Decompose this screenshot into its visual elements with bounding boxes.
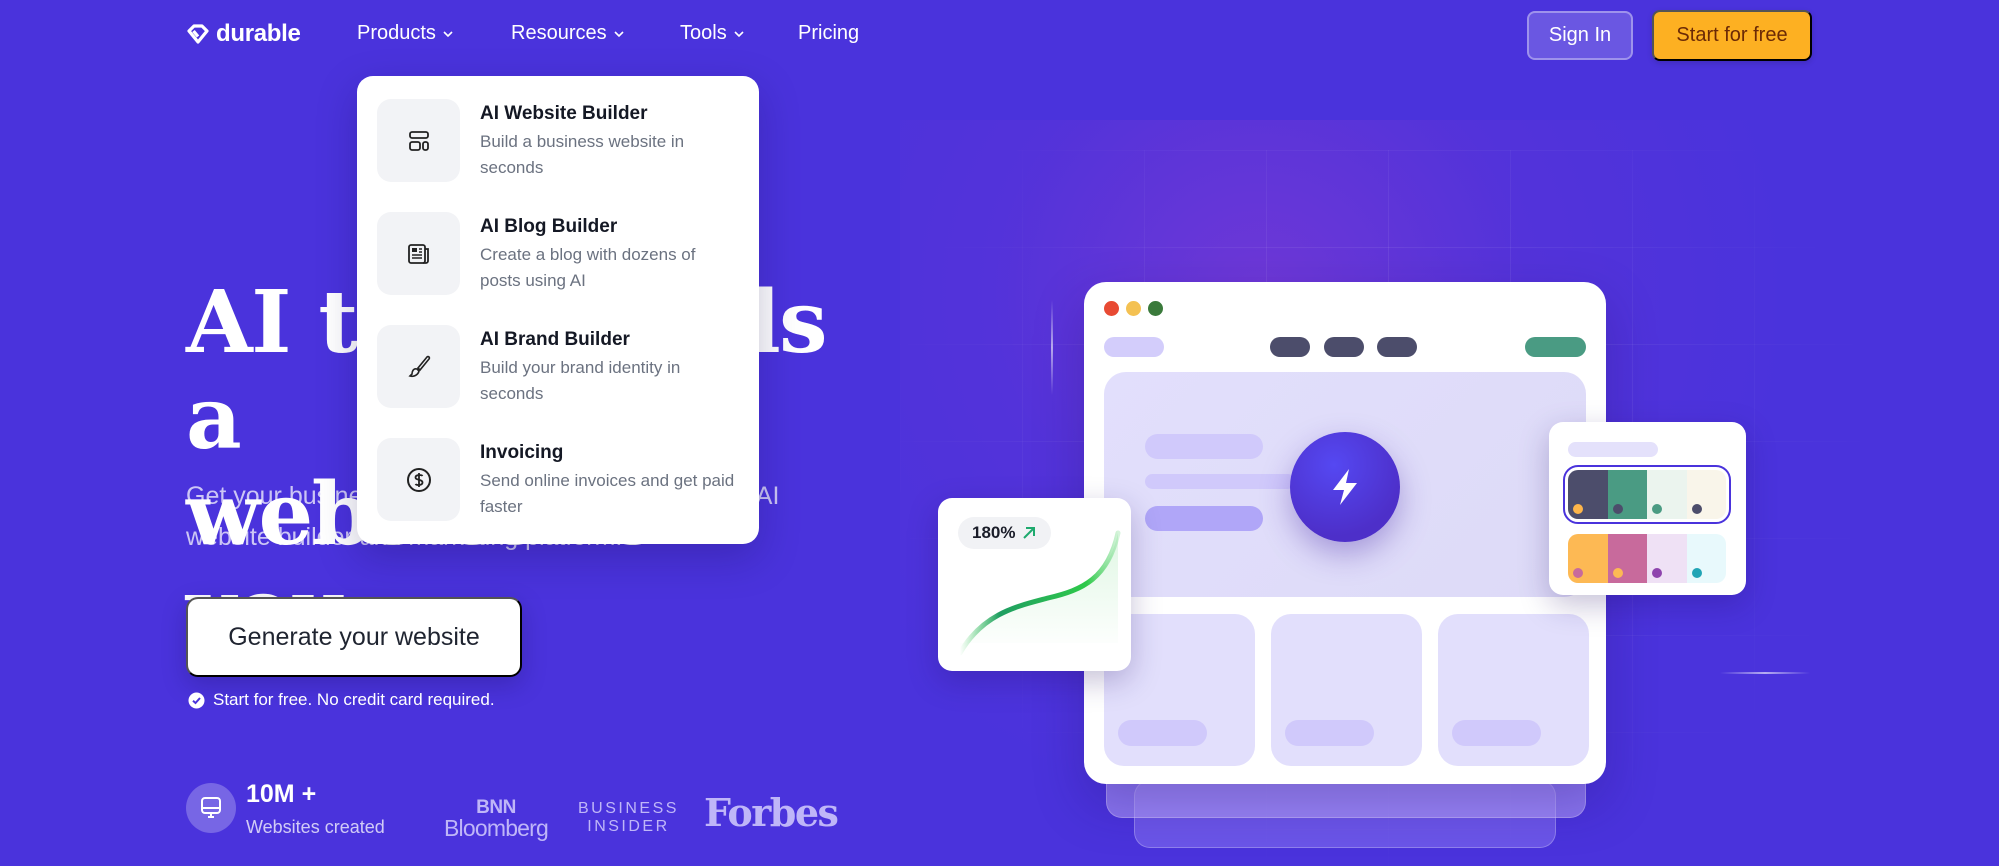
growth-badge: 180% [958,517,1052,549]
generate-website-button[interactable]: Generate your website [186,597,522,677]
sign-in-button[interactable]: Sign In [1527,11,1633,60]
menu-item-title: Invoicing [480,442,564,463]
browser-mockup [1084,282,1606,784]
paintbrush-icon [407,355,430,377]
start-for-free-button[interactable]: Start for free [1652,10,1812,61]
growth-chart-card: 180% [938,498,1131,671]
mock-feature-card [1271,614,1422,766]
menu-item-ai-brand-builder[interactable]: AI Brand Builder Build your brand identi… [377,325,739,438]
color-swatch [1568,534,1608,583]
top-navigation: durable Products Resources Tools Pricing… [0,0,1999,70]
bnn-bloomberg-logo: BNN Bloomberg [444,798,549,841]
chevron-down-icon [614,30,624,37]
icon-tile [377,99,460,182]
mock-logo-pill [1104,337,1164,357]
stat-label: Websites created [246,817,385,837]
lightning-bolt-icon [1333,469,1357,505]
nav-resources-label: Resources [511,22,607,44]
bnn-logo-line2: Bloomberg [444,815,549,841]
color-swatch [1568,470,1608,519]
swatch-dot [1573,504,1583,514]
window-maximize-dot [1148,301,1163,316]
nav-pricing[interactable]: Pricing [798,22,859,45]
color-swatch [1647,470,1687,519]
nav-tools[interactable]: Tools [680,22,745,45]
swatch-dot [1652,504,1662,514]
logo-link[interactable]: durable [186,20,301,48]
swatch-dot [1691,568,1702,578]
layout-icon [408,130,429,151]
window-close-dot [1104,301,1119,316]
newspaper-icon [407,243,429,264]
products-dropdown-menu: AI Website Builder Build a business webs… [357,76,759,544]
free-note-text: Start for free. No credit card required. [213,690,495,709]
growth-value: 180% [972,523,1016,542]
mock-hero-section [1104,372,1586,597]
icon-tile [377,325,460,408]
color-swatch [1647,534,1687,583]
menu-item-title: AI Blog Builder [480,216,618,237]
menu-item-ai-blog-builder[interactable]: AI Blog Builder Create a blog with dozen… [377,212,739,325]
lightning-badge [1290,432,1400,542]
mock-text-bar [1145,474,1295,489]
palette-title-bar [1568,442,1658,457]
nav-pricing-label: Pricing [798,22,860,44]
logo-text: durable [216,20,301,47]
mock-text-bar [1145,434,1263,459]
palette-option[interactable] [1568,534,1726,583]
mock-button-bar [1145,506,1263,531]
stat-badge [186,783,236,833]
swatch-dot [1691,504,1702,514]
window-minimize-dot [1126,301,1141,316]
color-swatch [1607,470,1647,519]
nav-tools-label: Tools [680,22,727,44]
menu-item-description: Build a business website in seconds [480,132,685,177]
icon-tile [377,212,460,295]
light-streak [1720,672,1810,674]
chevron-down-icon [443,30,453,37]
color-swatch [1686,470,1726,519]
palette-option-selected[interactable] [1563,465,1731,524]
stat-value: 10M + [246,780,317,808]
color-palette-card [1549,422,1746,595]
free-note: Start for free. No credit card required. [188,690,495,710]
nav-products[interactable]: Products [357,22,454,45]
menu-item-description: Send online invoices and get paid faster [480,471,735,516]
swatch-dot [1612,568,1623,578]
mock-nav-pill [1377,337,1417,357]
durable-logo-icon [187,24,209,44]
forbes-logo: Forbes [704,790,839,835]
mock-nav-pill [1270,337,1310,357]
swatch-dot [1573,568,1583,578]
icon-tile [377,438,460,521]
business-insider-logo: BUSINESS INSIDER [578,800,679,836]
bi-logo-line2: INSIDER [587,818,670,835]
menu-item-title: AI Brand Builder [480,329,630,350]
mock-feature-card [1438,614,1589,766]
bi-logo-line1: BUSINESS [578,800,679,817]
light-streak [1051,300,1053,395]
menu-item-description: Build your brand identity in seconds [480,358,681,403]
menu-item-description: Create a blog with dozens of posts using… [480,245,696,290]
nav-products-label: Products [357,22,436,44]
mock-cta-pill [1525,337,1586,357]
swatch-dot [1652,568,1662,578]
color-swatch [1607,534,1647,583]
dollar-circle-icon [406,467,431,492]
arrow-up-right-icon [1023,527,1036,539]
menu-item-title: AI Website Builder [480,103,648,124]
menu-item-invoicing[interactable]: Invoicing Send online invoices and get p… [377,438,739,551]
chevron-down-icon [734,30,744,37]
nav-resources[interactable]: Resources [511,22,625,45]
monitor-icon [201,797,221,818]
color-swatch [1686,534,1726,583]
mock-nav-pill [1324,337,1364,357]
check-circle-icon [188,692,205,708]
swatch-dot [1612,504,1623,514]
menu-item-ai-website-builder[interactable]: AI Website Builder Build a business webs… [377,99,739,212]
